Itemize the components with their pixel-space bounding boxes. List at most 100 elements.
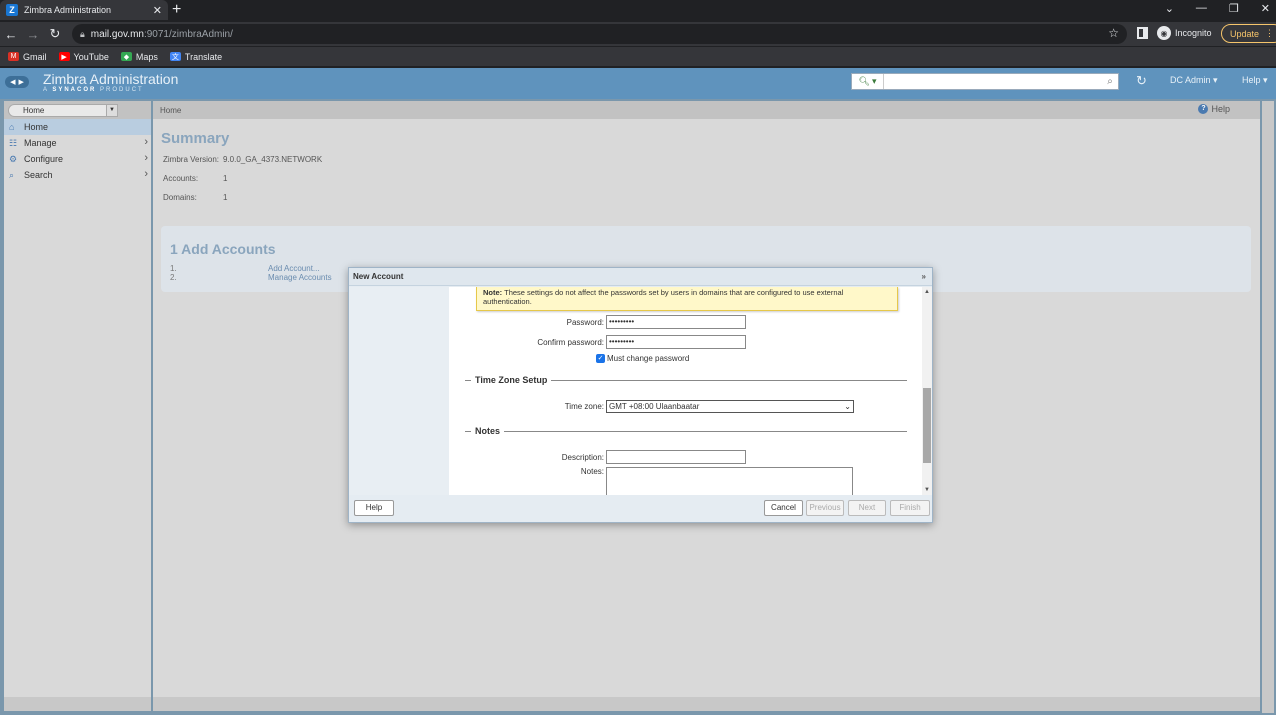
main-footer — [153, 697, 1260, 711]
update-button[interactable]: Update ⋮ — [1221, 24, 1276, 43]
bookmark-translate[interactable]: 文 Translate — [169, 51, 223, 62]
sidebar-selector[interactable]: Home ▼ — [8, 103, 118, 117]
sidebar: Home ▼ ⌂ Home ☷ Manage › ⚙ Configure › ⌕… — [4, 101, 151, 699]
side-panel-icon[interactable] — [1137, 27, 1148, 39]
zimbra-header: ◀ ▶ Zimbra Administration A SYNACOR PRODU… — [0, 68, 1276, 99]
summary-title: Summary — [161, 130, 230, 147]
chevron-down-icon: ▼ — [106, 103, 118, 117]
password-label: Password: — [566, 318, 604, 327]
description-field[interactable] — [606, 450, 746, 464]
search-icon[interactable]: ⌕ — [1102, 76, 1118, 87]
youtube-icon: ▶ — [58, 52, 70, 61]
refresh-icon[interactable]: ↻ — [1136, 73, 1147, 89]
step-number: 1. — [170, 264, 177, 273]
search-icon: ⌕ — [9, 170, 15, 180]
manage-accounts-link[interactable]: Manage Accounts — [268, 273, 332, 282]
sidebar-item-label: Configure — [24, 154, 64, 164]
sidebar-item-label: Search — [24, 170, 53, 180]
confirm-password-field[interactable]: ••••••••• — [606, 335, 746, 349]
note-box: Note: These settings do not affect the p… — [476, 287, 898, 311]
close-tab-icon[interactable]: ✕ — [153, 4, 162, 17]
manage-icon: ☷ — [9, 138, 18, 148]
password-field[interactable]: ••••••••• — [606, 315, 746, 329]
chevron-right-icon: › — [144, 152, 148, 164]
sidebar-item-label: Home — [24, 122, 49, 132]
notes-label: Notes: — [580, 467, 604, 476]
scroll-down-icon[interactable]: ▼ — [924, 487, 930, 493]
gmail-icon: M — [8, 52, 19, 61]
confirm-password-label: Confirm password: — [537, 338, 604, 347]
summary-version: Zimbra Version: 9.0.0_GA_4373.NETWORK — [163, 155, 323, 164]
new-account-dialog: New Account » Note: These settings do no… — [348, 267, 933, 523]
update-label: Update — [1230, 28, 1260, 39]
sidebar-header: Home ▼ — [4, 101, 151, 119]
restore-icon[interactable]: ❐ — [1229, 2, 1239, 15]
home-icon: ⌂ — [9, 122, 15, 132]
sidebar-item-search[interactable]: ⌕ Search › — [4, 167, 151, 183]
reload-icon[interactable]: ↻ — [44, 26, 66, 42]
chevron-right-icon: › — [144, 136, 148, 148]
help-link[interactable]: ? Help — [1198, 104, 1230, 114]
step-number: 2. — [170, 273, 177, 282]
tab-search-icon[interactable]: ⌄ — [1165, 2, 1174, 15]
bookmark-label: YouTube — [73, 51, 109, 62]
new-tab-button[interactable]: + — [172, 1, 181, 19]
address-bar[interactable]: 🔒︎ mail.gov.mn :9071/zimbraAdmin/ ☆ — [72, 24, 1127, 44]
scroll-up-icon[interactable]: ▲ — [924, 289, 930, 295]
dialog-scrollbar[interactable]: ▲ ▼ — [922, 287, 932, 495]
url-path: :9071/zimbraAdmin/ — [143, 28, 233, 40]
bookmark-label: Gmail — [23, 51, 47, 62]
bookmark-star-icon[interactable]: ☆ — [1108, 26, 1119, 40]
maps-icon: ◆ — [120, 52, 132, 61]
dialog-body: Note: These settings do not affect the p… — [349, 287, 932, 495]
browser-tab[interactable]: Z Zimbra Administration ✕ — [0, 0, 168, 20]
help-menu[interactable]: Help ▾ — [1242, 75, 1268, 86]
app-subtitle: A SYNACOR PRODUCT — [43, 87, 144, 93]
must-change-password-checkbox[interactable]: ✓ Must change password — [596, 354, 689, 363]
minimize-icon[interactable]: — — [1196, 2, 1207, 15]
dialog-footer: Help Cancel Previous Next Finish — [349, 495, 932, 522]
bookmark-youtube[interactable]: ▶ YouTube — [58, 51, 109, 62]
time-zone-select[interactable]: GMT +08:00 Ulaanbaatar ⌄ — [606, 400, 854, 413]
zimbra-favicon-icon: Z — [6, 4, 18, 16]
right-scroll-strip — [1262, 101, 1274, 713]
user-menu[interactable]: DC Admin ▾ — [1170, 75, 1218, 86]
back-icon[interactable]: ← — [0, 27, 22, 42]
chevron-right-icon: › — [144, 168, 148, 180]
configure-icon: ⚙ — [9, 154, 18, 164]
url-host: mail.gov.mn — [90, 28, 144, 40]
bookmark-label: Translate — [184, 51, 223, 62]
close-window-icon[interactable]: ✕ — [1261, 2, 1270, 15]
summary-accounts: Accounts: 1 — [163, 174, 228, 183]
incognito-indicator[interactable]: ◉ Incognito — [1157, 26, 1212, 40]
sidebar-item-home[interactable]: ⌂ Home — [4, 119, 151, 135]
previous-button[interactable]: Previous — [806, 500, 844, 516]
collapse-arrows-icon[interactable]: ◀ ▶ — [5, 76, 29, 88]
kebab-menu-icon: ⋮ — [1265, 28, 1275, 38]
help-button[interactable]: Help — [354, 500, 394, 516]
bookmark-gmail[interactable]: M Gmail — [8, 52, 47, 62]
notes-section: Notes — [465, 426, 907, 436]
sidebar-item-configure[interactable]: ⚙ Configure › — [4, 151, 151, 167]
time-zone-section: Time Zone Setup — [465, 375, 907, 385]
bookmark-label: Maps — [135, 51, 158, 62]
forward-icon[interactable]: → — [22, 27, 44, 42]
help-icon: ? — [1198, 104, 1209, 114]
add-account-link[interactable]: Add Account... — [268, 264, 320, 273]
main-header: Home ? Help — [153, 101, 1260, 119]
sidebar-item-manage[interactable]: ☷ Manage › — [4, 135, 151, 151]
chevron-down-icon: ▾ — [871, 76, 877, 86]
sidebar-item-label: Manage — [24, 138, 57, 148]
dialog-title-bar: New Account » — [349, 268, 932, 286]
notes-textarea[interactable] — [606, 467, 853, 495]
search-input[interactable] — [884, 74, 1102, 89]
description-label: Description: — [561, 453, 604, 462]
scrollbar-thumb[interactable] — [923, 388, 931, 463]
expand-icon[interactable]: » — [922, 268, 926, 286]
search-type-dropdown[interactable]: 🔍︎ ▾ — [852, 74, 884, 89]
cancel-button[interactable]: Cancel — [764, 500, 803, 516]
finish-button[interactable]: Finish — [890, 500, 930, 516]
incognito-icon: ◉ — [1157, 26, 1171, 40]
next-button[interactable]: Next — [848, 500, 886, 516]
bookmark-maps[interactable]: ◆ Maps — [120, 51, 158, 62]
